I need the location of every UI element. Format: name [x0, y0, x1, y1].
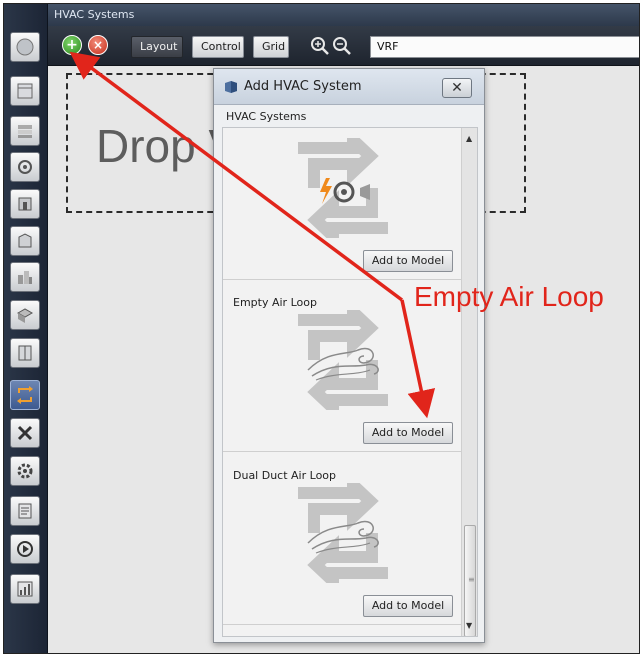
measures-icon[interactable] — [10, 418, 40, 448]
list-item-label: Dual Duct Air Loop — [233, 469, 337, 482]
results-icon[interactable] — [10, 574, 40, 604]
add-hvac-system-dialog: Add HVAC System ✕ HVAC Systems Add to Mo… — [213, 68, 485, 643]
list-item: Add to Model — [223, 128, 463, 280]
add-to-model-button[interactable]: Add to Model — [363, 422, 453, 444]
dialog-title: Add HVAC System — [244, 79, 362, 94]
hvac-system-icon — [225, 81, 237, 93]
scripts-icon[interactable] — [10, 496, 40, 526]
annotation-label: Empty Air Loop — [414, 281, 604, 312]
zoom-out-icon[interactable] — [332, 36, 352, 56]
add-system-button[interactable]: + — [62, 35, 82, 55]
facility-icon[interactable] — [10, 262, 40, 292]
loads-icon[interactable] — [10, 152, 40, 182]
spaces-icon[interactable] — [10, 300, 40, 330]
add-to-model-button[interactable]: Add to Model — [363, 595, 453, 617]
close-icon[interactable]: ✕ — [442, 78, 472, 98]
list-item: Dual Duct Air Loop Add to Model — [223, 453, 463, 625]
scroll-up-icon[interactable]: ▲ — [466, 134, 472, 143]
layout-button[interactable]: Layout — [131, 36, 183, 58]
zoom-in-icon[interactable] — [310, 36, 330, 56]
thermal-zones-icon[interactable] — [10, 338, 40, 368]
constructions-icon[interactable] — [10, 116, 40, 146]
grid-button[interactable]: Grid — [253, 36, 289, 58]
hvac-systems-icon[interactable] — [10, 380, 40, 410]
system-selector[interactable]: VRF — [370, 36, 639, 58]
electric-fan-coil-icon — [298, 138, 388, 238]
list-scrollbar[interactable]: ▲ ≡ ▼ — [461, 128, 477, 636]
schedules-icon[interactable] — [10, 76, 40, 106]
run-icon[interactable] — [10, 534, 40, 564]
site-icon[interactable] — [10, 32, 40, 62]
air-swirl-icon — [298, 483, 388, 583]
remove-system-button[interactable]: × — [88, 35, 108, 55]
window-title: HVAC Systems — [48, 4, 639, 26]
geometry-icon[interactable] — [10, 226, 40, 256]
dialog-title-bar: Add HVAC System ✕ — [214, 69, 484, 105]
grip-icon: ≡ — [468, 575, 475, 584]
simulation-settings-icon[interactable] — [10, 456, 40, 486]
add-to-model-button[interactable]: Add to Model — [363, 250, 453, 272]
air-swirl-icon — [298, 310, 388, 410]
list-item-label: Empty Air Loop — [233, 296, 317, 309]
section-heading: HVAC Systems — [226, 110, 307, 123]
control-button[interactable]: Control — [192, 36, 244, 58]
toolbar: + × Layout Control Grid VRF — [48, 26, 639, 66]
main-sidebar — [4, 4, 48, 653]
scroll-down-icon[interactable]: ▼ — [466, 621, 472, 630]
hvac-systems-list[interactable]: Add to Model Empty Air Loop Add to Model… — [222, 127, 478, 637]
space-types-icon[interactable] — [10, 189, 40, 219]
